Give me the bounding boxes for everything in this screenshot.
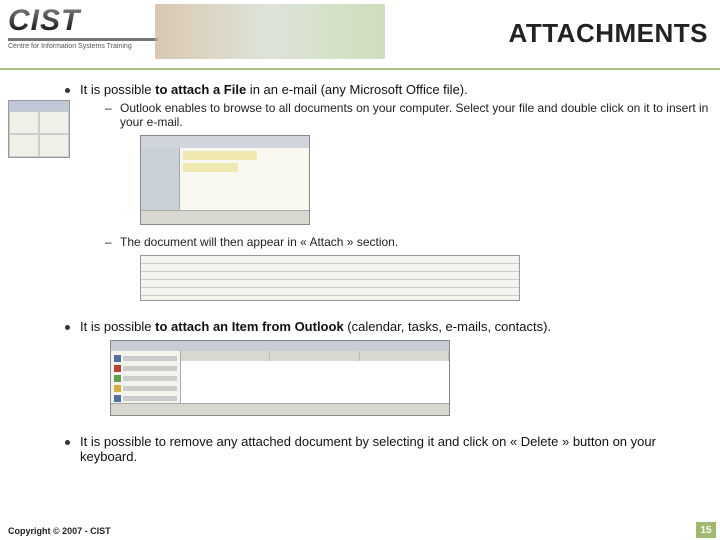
page-number: 15 — [696, 522, 716, 538]
bullet-remove-attachment: It is possible to remove any attached do… — [10, 434, 710, 464]
file-dialog-thumbnail — [140, 135, 310, 225]
sub-bullet-browse: – Outlook enables to browse to all docum… — [10, 101, 710, 129]
bullet-text-post: (calendar, tasks, e-mails, contacts). — [344, 319, 551, 334]
logo-text: CIST — [8, 4, 158, 38]
bullet-text-post: in an e-mail (any Microsoft Office file)… — [246, 82, 468, 97]
header-banner — [155, 4, 385, 59]
bullet-text-strong: to attach an Item from Outlook — [155, 319, 344, 334]
sub-text: The document will then appear in « Attac… — [120, 235, 398, 249]
copyright: Copyright © 2007 - CIST — [8, 526, 111, 536]
sub-bullet-attach-section: – The document will then appear in « Att… — [10, 235, 710, 249]
bullet-attach-file: It is possible to attach a File in an e-… — [10, 82, 710, 97]
attach-field-thumbnail — [140, 255, 520, 301]
sub-text: Outlook enables to browse to all documen… — [120, 101, 708, 129]
bullet-text: It is possible to remove any attached do… — [80, 434, 656, 464]
page-title: ATTACHMENTS — [508, 18, 708, 49]
logo: CIST Centre for Information Systems Trai… — [8, 4, 158, 50]
bullet-attach-item: It is possible to attach an Item from Ou… — [10, 319, 710, 334]
bullet-text-pre: It is possible — [80, 82, 155, 97]
bullet-text-pre: It is possible — [80, 319, 155, 334]
bullet-text-strong: to attach a File — [155, 82, 246, 97]
insert-item-thumbnail — [110, 340, 450, 416]
logo-subtitle: Centre for Information Systems Training — [8, 43, 158, 50]
